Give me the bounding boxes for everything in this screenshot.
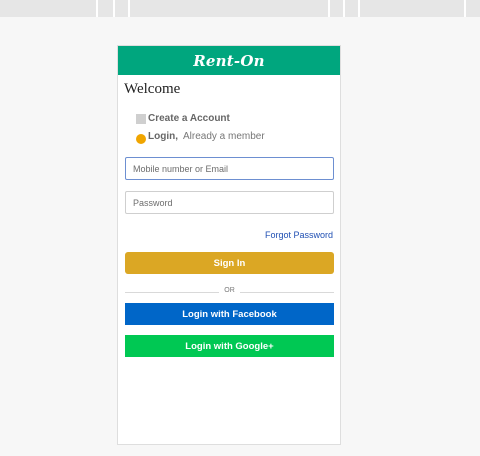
toolbar-separator — [328, 0, 330, 17]
password-input[interactable] — [125, 191, 334, 214]
create-account-option[interactable]: Create a Account — [136, 113, 235, 124]
login-label: Login, — [148, 131, 178, 142]
google-login-button[interactable]: Login with Google+ — [125, 335, 334, 357]
toolbar-separator — [464, 0, 466, 17]
brand-logo: Rent-On — [193, 51, 265, 70]
radio-selected-icon[interactable] — [136, 133, 146, 144]
facebook-login-button[interactable]: Login with Facebook — [125, 303, 334, 325]
brand-header: Rent-On — [118, 46, 340, 75]
toolbar-separator — [113, 0, 115, 17]
toolbar-separator — [96, 0, 98, 17]
or-divider: OR — [125, 286, 334, 298]
login-card: Rent-On Welcome Create a Account Login, … — [117, 45, 341, 445]
divider-line — [240, 292, 334, 293]
login-sublabel: Already a member — [183, 131, 265, 142]
top-toolbar-strip — [0, 0, 480, 17]
toolbar-separator — [128, 0, 130, 17]
toolbar-separator — [358, 0, 360, 17]
forgot-password-link[interactable]: Forgot Password — [265, 230, 333, 240]
welcome-heading: Welcome — [124, 81, 181, 97]
login-option[interactable]: Login, Already a member — [136, 131, 265, 144]
sign-in-button[interactable]: Sign In — [125, 252, 334, 274]
create-account-label: Create a Account — [148, 113, 230, 124]
toolbar-separator — [343, 0, 345, 17]
checkbox-icon[interactable] — [136, 113, 146, 124]
identifier-input[interactable] — [125, 157, 334, 180]
